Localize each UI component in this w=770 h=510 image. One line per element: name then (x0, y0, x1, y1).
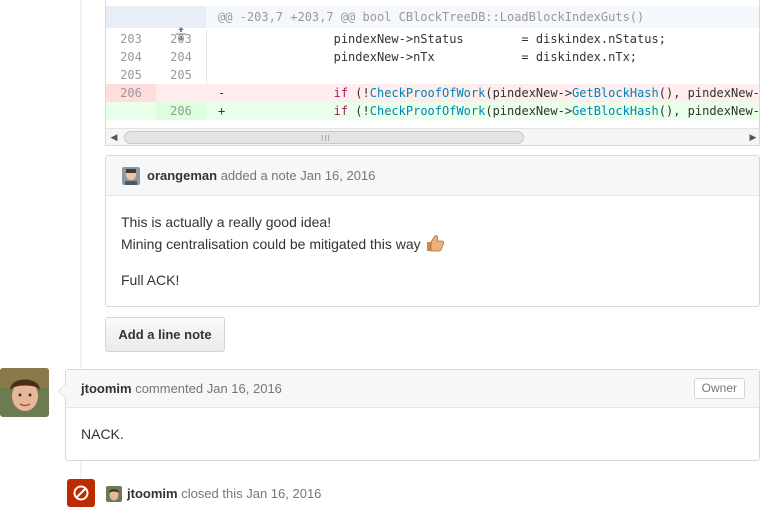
code-text: (! (348, 86, 370, 100)
note-text-line: This is actually a really good idea! (121, 214, 332, 230)
note-text-line-with-emoji: Mining centralisation could be mitigated… (121, 233, 445, 255)
comment-meta: jtoomim commented Jan 16, 2016 (81, 381, 282, 396)
thumbs-up-icon (425, 234, 445, 252)
owner-badge: Owner (693, 378, 745, 399)
code-text: (pindexNew-> (485, 104, 573, 118)
diff-code: + if (!CheckProofOfWork(pindexNew->GetBl… (218, 102, 760, 120)
diff-view: @@ -203,7 +203,7 @@ bool CBlockTreeDB::L… (105, 0, 760, 146)
code-function: GetBlockHash (572, 104, 659, 118)
code-function: CheckProofOfWork (369, 104, 486, 118)
author-link[interactable]: jtoomim (127, 486, 178, 501)
scrollbar-thumb[interactable]: III (124, 131, 524, 144)
diff-row-added: 206 + if (!CheckProofOfWork(pindexNew->G… (106, 102, 760, 120)
line-note-body: This is actually a really good idea! Min… (121, 211, 445, 291)
diff-code: - if (!CheckProofOfWork(pindexNew->GetBl… (218, 84, 760, 102)
timestamp-link[interactable]: Jan 16, 2016 (300, 168, 375, 183)
diff-code: pindexNew->nTx = diskindex.nTx; (218, 50, 638, 64)
code-text: (), pindexNew->r (658, 86, 760, 100)
old-line-number[interactable]: 205 (106, 66, 156, 84)
old-line-number[interactable]: 204 (106, 48, 156, 66)
diff-sign: - (218, 86, 226, 100)
diff-code: pindexNew->nStatus = diskindex.nStatus; (218, 32, 666, 46)
avatar[interactable] (106, 486, 122, 502)
new-line-number[interactable]: 206 (156, 102, 206, 120)
comment-header: jtoomim commented Jan 16, 2016 Owner (66, 370, 759, 408)
author-link[interactable]: orangeman (147, 168, 217, 183)
hunk-header-text: @@ -203,7 +203,7 @@ bool CBlockTreeDB::L… (218, 10, 645, 24)
action-text: added a note (220, 168, 297, 183)
code-function: GetBlockHash (572, 86, 659, 100)
closed-event-badge (67, 479, 95, 507)
code-keyword: if (333, 86, 349, 100)
diff-row-context: 203 203 pindexNew->nStatus = diskindex.n… (106, 30, 759, 48)
author-link[interactable]: jtoomim (81, 381, 132, 396)
scrollbar-grip: III (321, 134, 331, 143)
avatar[interactable] (122, 167, 140, 185)
old-line-number[interactable]: 203 (106, 30, 156, 48)
line-note: orangeman added a note Jan 16, 2016 This… (105, 155, 760, 307)
circle-slash-icon (73, 485, 89, 501)
code-function: CheckProofOfWork (369, 86, 486, 100)
new-line-number[interactable]: 205 (156, 66, 206, 84)
code-keyword: if (333, 104, 349, 118)
code-text: (pindexNew-> (485, 86, 573, 100)
old-line-number[interactable]: 206 (106, 84, 156, 102)
diff-sign: + (218, 104, 226, 118)
code-text: (! (348, 104, 370, 118)
closed-event-text: jtoomim closed this Jan 16, 2016 (127, 486, 321, 501)
comment: jtoomim commented Jan 16, 2016 Owner NAC… (58, 369, 760, 461)
scroll-right-arrow-icon[interactable]: ▶ (747, 132, 759, 143)
line-note-header: orangeman added a note Jan 16, 2016 (106, 156, 759, 196)
action-text: commented (135, 381, 204, 396)
new-line-number[interactable]: 203 (156, 30, 206, 48)
add-line-note-button[interactable]: Add a line note (105, 317, 225, 352)
diff-row-context: 205 205 (106, 66, 759, 84)
note-text: Mining centralisation could be mitigated… (121, 236, 421, 252)
code-text: (), pindexNew->r (658, 104, 760, 118)
horizontal-scrollbar[interactable]: ◀ III ▶ (106, 128, 759, 145)
avatar[interactable] (0, 368, 49, 417)
timestamp-link[interactable]: Jan 16, 2016 (207, 381, 282, 396)
scroll-left-arrow-icon[interactable]: ◀ (108, 132, 120, 143)
note-text-line: Full ACK! (121, 272, 180, 288)
gutter-divider (206, 30, 207, 48)
expand-lines-icon[interactable] (146, 8, 186, 41)
hunk-header-row: @@ -203,7 +203,7 @@ bool CBlockTreeDB::L… (106, 6, 759, 41)
gutter-divider (206, 48, 207, 66)
gutter-divider (206, 66, 207, 84)
diff-row-context: 204 204 pindexNew->nTx = diskindex.nTx; (106, 48, 759, 66)
diff-row-deleted: 206 - if (!CheckProofOfWork(pindexNew->G… (106, 84, 760, 102)
action-text: closed this (181, 486, 243, 501)
comment-body: NACK. (81, 426, 124, 442)
comment-caret-inner (59, 384, 66, 398)
new-line-number[interactable]: 204 (156, 48, 206, 66)
line-note-meta: orangeman added a note Jan 16, 2016 (147, 168, 375, 183)
timestamp-link[interactable]: Jan 16, 2016 (246, 486, 321, 501)
